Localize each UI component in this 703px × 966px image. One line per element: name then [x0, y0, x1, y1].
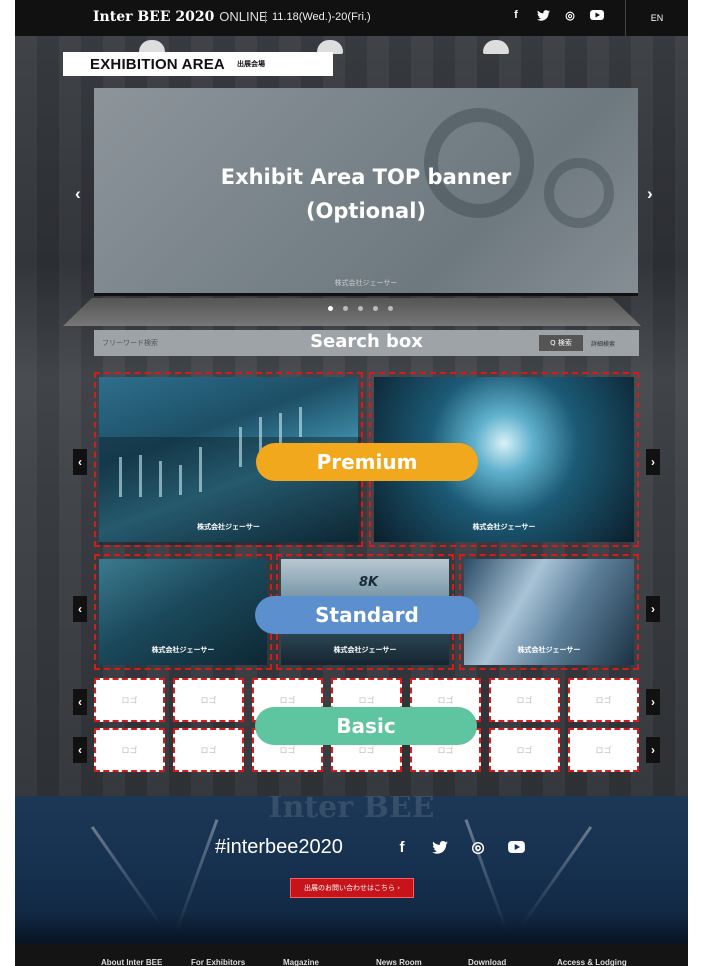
basic-logo-tile[interactable]: ロゴ	[173, 678, 244, 722]
basic-next-button-row2[interactable]: ›	[646, 737, 660, 763]
premium-tile-caption: 株式会社ジェーサー	[472, 523, 536, 531]
basic-prev-button-row1[interactable]: ‹	[73, 689, 87, 715]
language-switch[interactable]: EN	[625, 0, 688, 36]
standard-tile[interactable]: 株式会社ジェーサー	[94, 554, 272, 670]
premium-tier-label: Premium	[256, 443, 478, 481]
basic-logo-tile[interactable]: ロゴ	[489, 678, 560, 722]
instagram-icon[interactable]: ◎	[469, 838, 487, 856]
exhibition-area-label: EXHIBITION AREA 出展会場	[63, 52, 333, 76]
youtube-icon[interactable]	[590, 8, 604, 22]
standard-next-button[interactable]: ›	[646, 596, 660, 622]
footer-hero: Inter BEE #interbee2020 f ◎ 出展のお問い合わせはこち…	[15, 796, 688, 944]
crowd-silhouette	[15, 914, 688, 944]
event-dates: 11.18(Wed.)-20(Fri.)	[265, 11, 371, 23]
basic-logo-tile[interactable]: ロゴ	[173, 728, 244, 772]
pagination-dot-active[interactable]	[328, 306, 333, 311]
nav-about[interactable]: About Inter BEE	[101, 958, 162, 966]
basic-tier-label: Basic	[255, 707, 477, 745]
standard-tile-caption: 株式会社ジェーサー	[333, 646, 397, 654]
basic-logo-tile[interactable]: ロゴ	[94, 678, 165, 722]
stage-shelf	[63, 298, 641, 326]
basic-logo-tile[interactable]: ロゴ	[568, 678, 639, 722]
standard-tier-label: Standard	[255, 596, 479, 634]
pagination-dot[interactable]	[373, 306, 378, 311]
banner-prev-arrow[interactable]: ‹	[75, 184, 81, 204]
facebook-icon[interactable]: f	[393, 838, 411, 856]
brand-suffix: ONLINE	[219, 9, 268, 24]
search-box: フリーワード検索 Search box Q 検索 詳細検索	[94, 330, 639, 356]
banner-company: 株式会社ジェーサー	[334, 279, 398, 287]
banner-title-line1: Exhibit Area TOP banner	[220, 165, 512, 189]
basic-next-button-row1[interactable]: ›	[646, 689, 660, 715]
8k-sign: 8K	[359, 575, 379, 590]
banner-title-line2: (Optional)	[305, 199, 427, 223]
facebook-icon[interactable]: f	[509, 8, 523, 22]
standard-tile[interactable]: 株式会社ジェーサー	[459, 554, 639, 670]
instagram-icon[interactable]: ◎	[563, 8, 577, 22]
search-button[interactable]: Q 検索	[539, 335, 583, 351]
standard-tile-caption: 株式会社ジェーサー	[517, 646, 581, 654]
premium-prev-button[interactable]: ‹	[73, 449, 87, 475]
basic-logo-tile[interactable]: ロゴ	[94, 728, 165, 772]
hashtag-text: #interbee2020	[215, 836, 343, 858]
advanced-search-link[interactable]: 詳細検索	[591, 339, 615, 348]
youtube-icon[interactable]	[507, 838, 525, 856]
twitter-icon[interactable]	[536, 8, 550, 22]
social-links-top: f ◎	[509, 8, 604, 22]
stage-light-beam	[520, 825, 593, 927]
top-bar: Inter BEE 2020 ONLINE 11.18(Wed.)-20(Fri…	[15, 0, 688, 36]
exhibition-hall: EXHIBITION AREA 出展会場 Exhibit Area TOP ba…	[15, 36, 688, 796]
pagination-dot[interactable]	[388, 306, 393, 311]
stage-light-beam	[90, 825, 163, 927]
standard-tile-caption: 株式会社ジェーサー	[151, 646, 215, 654]
top-banner[interactable]: Exhibit Area TOP banner (Optional) 株式会社ジ…	[94, 88, 638, 296]
standard-tile-image: 株式会社ジェーサー	[99, 559, 267, 665]
standard-prev-button[interactable]: ‹	[73, 596, 87, 622]
twitter-icon[interactable]	[431, 838, 449, 856]
basic-prev-button-row2[interactable]: ‹	[73, 737, 87, 763]
basic-logo-tile[interactable]: ロゴ	[489, 728, 560, 772]
footer-nav: About Inter BEE For Exhibitors Magazine …	[15, 944, 688, 966]
nav-news-room[interactable]: News Room	[376, 958, 422, 966]
brand-name: Inter BEE 2020	[93, 9, 215, 25]
pagination-dot[interactable]	[358, 306, 363, 311]
standard-tile-image: 株式会社ジェーサー	[464, 559, 634, 665]
ceiling-lamp	[483, 40, 509, 54]
exhibition-area-title: EXHIBITION AREA	[90, 55, 225, 73]
page-frame: Inter BEE 2020 ONLINE 11.18(Wed.)-20(Fri…	[15, 0, 688, 966]
banner-next-arrow[interactable]: ›	[647, 184, 653, 204]
nav-download[interactable]: Download	[468, 958, 506, 966]
nav-access-lodging[interactable]: Access & Lodging	[557, 958, 627, 966]
banner-title: Exhibit Area TOP banner (Optional)	[94, 160, 638, 228]
premium-tile-caption: 株式会社ジェーサー	[197, 523, 260, 531]
premium-next-button[interactable]: ›	[646, 449, 660, 475]
banner-pagination	[328, 306, 393, 311]
basic-logo-tile[interactable]: ロゴ	[568, 728, 639, 772]
exhibitor-inquiry-button[interactable]: 出展のお問い合わせはこちら ›	[290, 878, 414, 898]
footer-watermark: Inter BEE	[268, 796, 435, 825]
pagination-dot[interactable]	[343, 306, 348, 311]
nav-magazine[interactable]: Magazine	[283, 958, 319, 966]
brand-logo[interactable]: Inter BEE 2020 ONLINE	[93, 9, 268, 25]
exhibition-area-title-jp: 出展会場	[236, 61, 265, 68]
nav-exhibitors[interactable]: For Exhibitors	[191, 958, 245, 966]
social-links-footer: f ◎	[393, 838, 525, 856]
